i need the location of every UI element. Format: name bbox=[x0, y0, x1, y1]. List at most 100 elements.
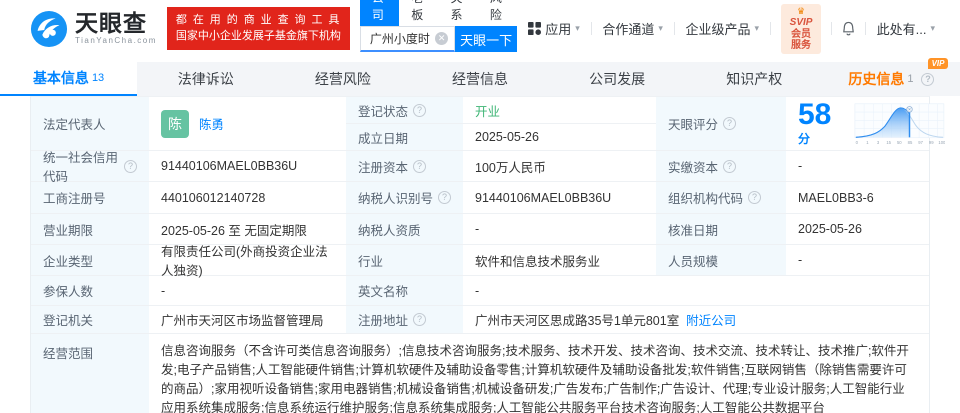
taxpayer-id-label: 纳税人识别号? bbox=[346, 182, 463, 213]
question-icon[interactable]: ? bbox=[723, 160, 736, 173]
nearby-companies-link[interactable]: 附近公司 bbox=[686, 310, 736, 329]
avatar[interactable]: 陈 bbox=[161, 110, 189, 138]
establish-date-label: 成立日期 bbox=[346, 124, 463, 150]
search-tab-risk[interactable]: 查风险 bbox=[478, 0, 517, 26]
insured-count-value: - bbox=[149, 276, 346, 305]
reg-status-value: 开业 bbox=[463, 97, 656, 123]
legal-rep-link[interactable]: 陈勇 bbox=[199, 114, 224, 133]
menu-more-label: 此处有... bbox=[877, 19, 927, 38]
business-term-label: 营业期限 bbox=[31, 214, 149, 244]
menu-enterprise[interactable]: 企业级产品 ▾ bbox=[675, 19, 771, 38]
reg-authority-value: 广州市天河区市场监督管理局 bbox=[149, 306, 346, 333]
tab-legal-proceedings[interactable]: 法律诉讼 bbox=[137, 62, 274, 96]
tab-basic-info[interactable]: 基本信息13 bbox=[0, 62, 137, 96]
company-type-label: 企业类型 bbox=[31, 245, 149, 275]
score-value: 58 bbox=[798, 98, 831, 131]
insured-count-label: 参保人数 bbox=[31, 276, 149, 305]
vip-badge: VIP bbox=[928, 58, 949, 69]
table-row: 参保人数 - 英文名称 - bbox=[31, 276, 929, 306]
menu-apps[interactable]: 应用 ▾ bbox=[517, 19, 591, 38]
question-icon[interactable]: ? bbox=[921, 73, 934, 86]
establish-date-value: 2025-05-26 bbox=[463, 124, 656, 150]
tianyancha-logo[interactable]: 天眼查 TianYanCha.com bbox=[30, 10, 157, 48]
tab-label: 基本信息 bbox=[33, 68, 89, 88]
reg-capital-label: 注册资本? bbox=[346, 151, 463, 181]
tab-count: 13 bbox=[92, 72, 104, 84]
svg-text:97: 97 bbox=[918, 140, 923, 145]
search-button[interactable]: 天眼一下 bbox=[455, 26, 517, 52]
question-icon[interactable]: ? bbox=[413, 160, 426, 173]
credit-code-label: 统一社会信用代码? bbox=[31, 151, 149, 181]
paid-capital-value: - bbox=[786, 151, 929, 181]
search-tab-boss[interactable]: 查老板 bbox=[399, 0, 438, 26]
search-tab-company[interactable]: 查公司 bbox=[360, 0, 399, 26]
svg-text:3: 3 bbox=[877, 140, 880, 145]
reg-status-label: 登记状态? bbox=[346, 97, 463, 123]
question-icon[interactable]: ? bbox=[413, 313, 426, 326]
tab-intellectual-property[interactable]: 知识产权 bbox=[686, 62, 823, 96]
paid-capital-label: 实缴资本? bbox=[656, 151, 786, 181]
header-menu: 应用 ▾ 合作通道 ▾ 企业级产品 ▾ ♛ SVIP 会员服务 此处有... bbox=[517, 4, 946, 54]
org-code-label: 组织机构代码? bbox=[656, 182, 786, 213]
svg-text:50: 50 bbox=[897, 140, 902, 145]
taxpayer-quality-label: 纳税人资质 bbox=[346, 214, 463, 244]
svip-member-badge[interactable]: ♛ SVIP 会员服务 bbox=[781, 4, 822, 54]
svg-text:1: 1 bbox=[866, 140, 869, 145]
industry-value: 软件和信息技术服务业 bbox=[463, 245, 656, 275]
svg-text:15: 15 bbox=[886, 140, 891, 145]
score-label: 天眼评分? bbox=[656, 97, 786, 150]
svg-text:99: 99 bbox=[929, 140, 934, 145]
table-row: 统一社会信用代码? 91440106MAEL0BB36U 注册资本? 100万人… bbox=[31, 151, 929, 182]
legal-rep-value: 陈 陈勇 bbox=[149, 97, 346, 150]
reg-address-value: 广州市天河区思成路35号1单元801室 附近公司 bbox=[463, 306, 929, 333]
basic-info-card: 法定代表人 陈 陈勇 登记状态? 开业 成立日期 2025-05-26 天眼评分… bbox=[30, 96, 930, 413]
svip-label: SVIP bbox=[790, 17, 813, 28]
menu-more[interactable]: 此处有... ▾ bbox=[866, 19, 946, 38]
business-scope-label: 经营范围 bbox=[31, 334, 149, 413]
tab-history-info[interactable]: 历史信息 1 ? VIP bbox=[823, 62, 960, 96]
tab-operation-risk[interactable]: 经营风险 bbox=[274, 62, 411, 96]
score-distribution-chart: 0 1 3 15 50 85 97 99 100 bbox=[854, 100, 946, 148]
divider bbox=[770, 22, 771, 35]
taxpayer-id-value: 91440106MAEL0BB36U bbox=[463, 182, 656, 213]
score-unit: 分 bbox=[798, 132, 810, 146]
english-name-value: - bbox=[463, 276, 929, 305]
tab-operation-info[interactable]: 经营信息 bbox=[411, 62, 548, 96]
english-name-label: 英文名称 bbox=[346, 276, 463, 305]
slogan-line-2: 国家中小企业发展子基金旗下机构 bbox=[176, 29, 341, 45]
search-tab-relation[interactable]: 查关系 bbox=[439, 0, 478, 26]
svg-text:0: 0 bbox=[855, 140, 858, 145]
chevron-down-icon: ▾ bbox=[755, 23, 760, 34]
question-icon[interactable]: ? bbox=[438, 191, 451, 204]
brand-domain: TianYanCha.com bbox=[75, 37, 157, 45]
chevron-down-icon: ▾ bbox=[575, 23, 580, 34]
tab-label: 历史信息 bbox=[848, 69, 904, 89]
table-row: 登记机关 广州市天河区市场监督管理局 注册地址? 广州市天河区思成路35号1单元… bbox=[31, 306, 929, 334]
svg-text:85: 85 bbox=[907, 140, 912, 145]
approval-date-label: 核准日期 bbox=[656, 214, 786, 244]
slogan-banner: 都在用的商业查询工具 国家中小企业发展子基金旗下机构 bbox=[167, 7, 350, 51]
industry-label: 行业 bbox=[346, 245, 463, 275]
staff-size-label: 人员规模 bbox=[656, 245, 786, 275]
question-icon[interactable]: ? bbox=[723, 117, 736, 130]
reg-number-label: 工商注册号 bbox=[31, 182, 149, 213]
question-icon[interactable]: ? bbox=[124, 160, 137, 173]
notification-bell-icon[interactable] bbox=[832, 21, 865, 37]
tianyan-score[interactable]: 58分 0 1 3 bbox=[786, 97, 957, 150]
tab-company-development[interactable]: 公司发展 bbox=[549, 62, 686, 96]
reg-capital-value: 100万人民币 bbox=[463, 151, 656, 181]
menu-partner[interactable]: 合作通道 ▾ bbox=[591, 19, 674, 38]
question-icon[interactable]: ? bbox=[748, 191, 761, 204]
reg-number-value: 440106012140728 bbox=[149, 182, 346, 213]
menu-partner-label: 合作通道 bbox=[602, 19, 654, 38]
reg-authority-label: 登记机关 bbox=[31, 306, 149, 333]
staff-size-value: - bbox=[786, 245, 929, 275]
question-icon[interactable]: ? bbox=[413, 104, 426, 117]
top-header: 天眼查 TianYanCha.com 都在用的商业查询工具 国家中小企业发展子基… bbox=[0, 0, 960, 57]
crown-icon: ♛ bbox=[797, 6, 805, 16]
chevron-down-icon: ▾ bbox=[931, 23, 936, 34]
menu-enterprise-label: 企业级产品 bbox=[686, 19, 751, 38]
section-tab-bar: 基本信息13 法律诉讼 经营风险 经营信息 公司发展 知识产权 历史信息 1 ?… bbox=[0, 62, 960, 96]
business-scope-value: 信息咨询服务（不含许可类信息咨询服务）;信息技术咨询服务;技术服务、技术开发、技… bbox=[149, 334, 929, 413]
company-type-value: 有限责任公司(外商投资企业法人独资) bbox=[149, 245, 346, 275]
